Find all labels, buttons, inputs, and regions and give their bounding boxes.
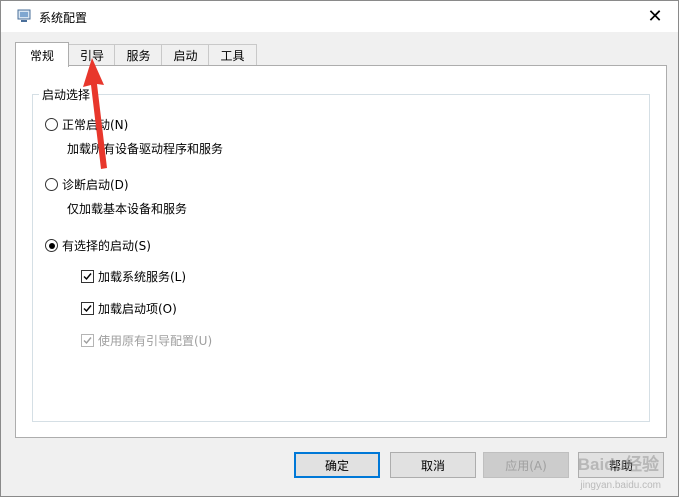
close-icon: ✕ bbox=[647, 6, 663, 27]
checkbox-checked-icon[interactable] bbox=[81, 270, 94, 283]
diagnostic-startup-description: 仅加载基本设备和服务 bbox=[67, 202, 188, 216]
tab-startup[interactable]: 启动 bbox=[161, 44, 210, 66]
radio-diagnostic-startup[interactable]: 诊断启动(D) bbox=[45, 176, 129, 193]
tab-general[interactable]: 常规 bbox=[15, 42, 69, 67]
startup-selection-group: 启动选择 正常启动(N) 加载所有设备驱动程序和服务 诊断启动(D) 仅加载基本… bbox=[32, 86, 650, 422]
radio-button-selected-icon[interactable] bbox=[45, 239, 58, 252]
checkbox-load-startup-items[interactable]: 加载启动项(O) bbox=[81, 300, 177, 317]
checkbox-label: 加载系统服务(L) bbox=[98, 270, 187, 284]
checkbox-label: 使用原有引导配置(U) bbox=[98, 334, 213, 348]
tab-tools[interactable]: 工具 bbox=[208, 44, 257, 66]
checkbox-label: 加载启动项(O) bbox=[98, 302, 177, 316]
system-config-app-icon bbox=[17, 9, 31, 22]
title-bar: 系统配置 ✕ bbox=[1, 1, 678, 32]
radio-button-icon[interactable] bbox=[45, 178, 58, 191]
cancel-button[interactable]: 取消 bbox=[390, 452, 476, 478]
checkbox-load-system-services[interactable]: 加载系统服务(L) bbox=[81, 268, 186, 285]
watermark-url: jingyan.baidu.com bbox=[580, 480, 661, 491]
checkbox-checked-disabled-icon bbox=[81, 334, 94, 347]
radio-label: 有选择的启动(S) bbox=[62, 239, 151, 253]
checkbox-use-original-boot-config: 使用原有引导配置(U) bbox=[81, 332, 212, 349]
radio-selective-startup[interactable]: 有选择的启动(S) bbox=[45, 237, 151, 254]
tab-services[interactable]: 服务 bbox=[114, 44, 163, 66]
ok-button[interactable]: 确定 bbox=[294, 452, 380, 478]
radio-label: 诊断启动(D) bbox=[62, 178, 129, 192]
close-button[interactable]: ✕ bbox=[632, 1, 678, 32]
baidu-jingyan-watermark: Baidu经验 bbox=[577, 455, 659, 474]
radio-button-icon[interactable] bbox=[45, 118, 58, 131]
red-annotation-arrow-icon bbox=[83, 58, 107, 169]
checkbox-checked-icon[interactable] bbox=[81, 302, 94, 315]
window-title: 系统配置 bbox=[39, 11, 88, 25]
apply-button: 应用(A) bbox=[483, 452, 569, 478]
